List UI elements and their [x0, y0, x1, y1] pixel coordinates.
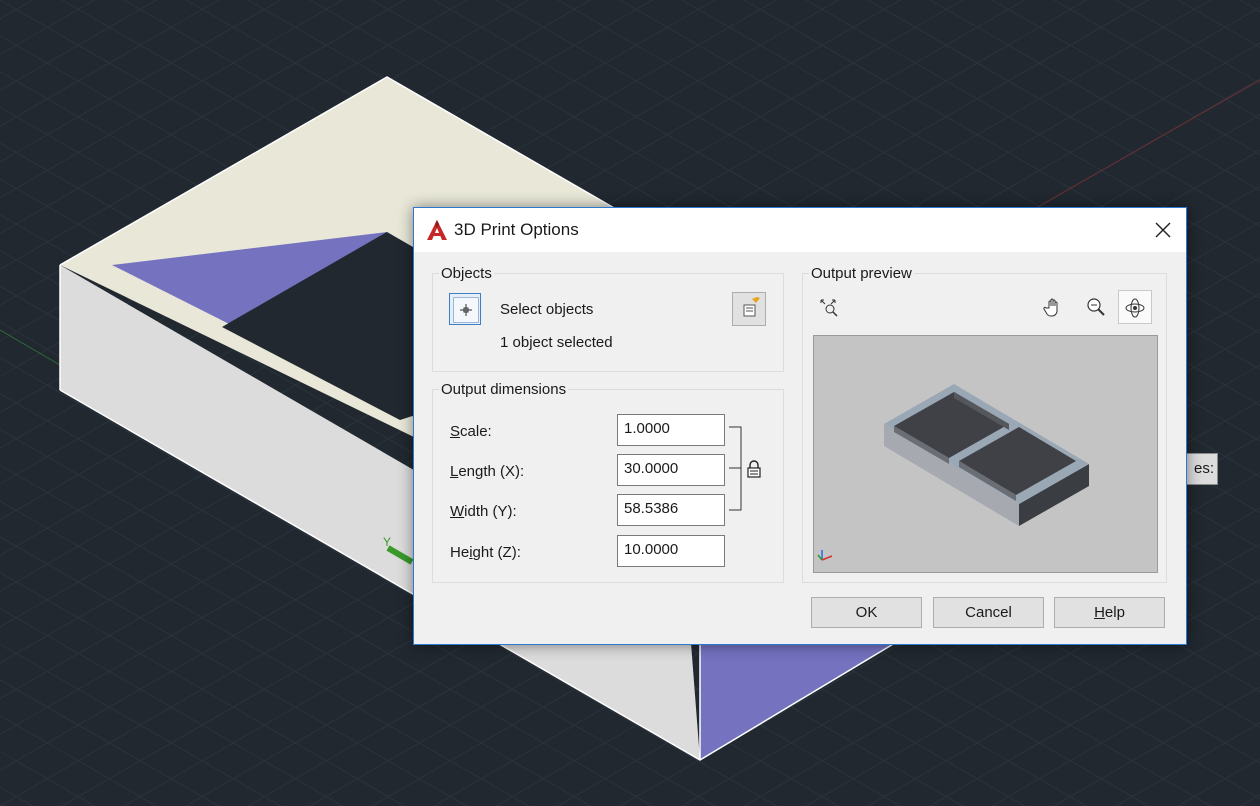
zoom-button[interactable] [1080, 291, 1114, 325]
quick-select-icon [743, 297, 760, 317]
pan-icon [1043, 298, 1058, 317]
help-button[interactable]: Help [1054, 597, 1165, 628]
lock-icon[interactable] [746, 460, 762, 478]
selection-status: 1 object selected [500, 334, 613, 351]
3d-print-options-dialog: 3D Print Options Objects Select objects … [413, 207, 1187, 645]
output-dimensions-label: Output dimensions [439, 381, 569, 398]
output-preview-label: Output preview [809, 265, 914, 282]
quick-select-button[interactable] [732, 292, 766, 326]
cancel-button[interactable]: Cancel [933, 597, 1044, 628]
select-objects-label: Select objects [500, 301, 594, 318]
properties-tab-label: es: [1193, 460, 1214, 477]
zoom-icon [1087, 298, 1105, 316]
dialog-title: 3D Print Options [454, 220, 579, 239]
svg-text:Y: Y [383, 535, 391, 549]
properties-palette-tab[interactable]: es: [1187, 453, 1218, 485]
height-label: Height (Z): [450, 544, 521, 561]
zoom-extents-button[interactable] [812, 291, 846, 325]
proportion-bracket [729, 426, 742, 511]
autocad-logo-icon [427, 220, 447, 240]
length-field[interactable]: 30.0000 [617, 454, 725, 486]
orbit-icon [1125, 298, 1145, 318]
close-icon[interactable] [1148, 216, 1178, 244]
ok-button[interactable]: OK [811, 597, 922, 628]
scale-label: Scale: [450, 423, 492, 440]
orbit-button[interactable] [1118, 290, 1152, 324]
height-field[interactable]: 10.0000 [617, 535, 725, 567]
width-label: Width (Y): [450, 503, 517, 520]
scale-field[interactable]: 1.0000 [617, 414, 725, 446]
objects-group-label: Objects [439, 265, 494, 282]
preview-ucs-icon [817, 550, 833, 561]
length-label: Length (X): [450, 463, 525, 480]
pan-button[interactable] [1038, 291, 1072, 325]
preview-model [817, 384, 1089, 561]
dialog-titlebar[interactable]: 3D Print Options [414, 208, 1186, 252]
output-preview-viewport[interactable] [813, 335, 1158, 573]
select-objects-button[interactable] [449, 293, 481, 325]
zoom-extents-icon [820, 299, 838, 317]
crosshair-pick-icon [453, 297, 479, 323]
width-field[interactable]: 58.5386 [617, 494, 725, 526]
